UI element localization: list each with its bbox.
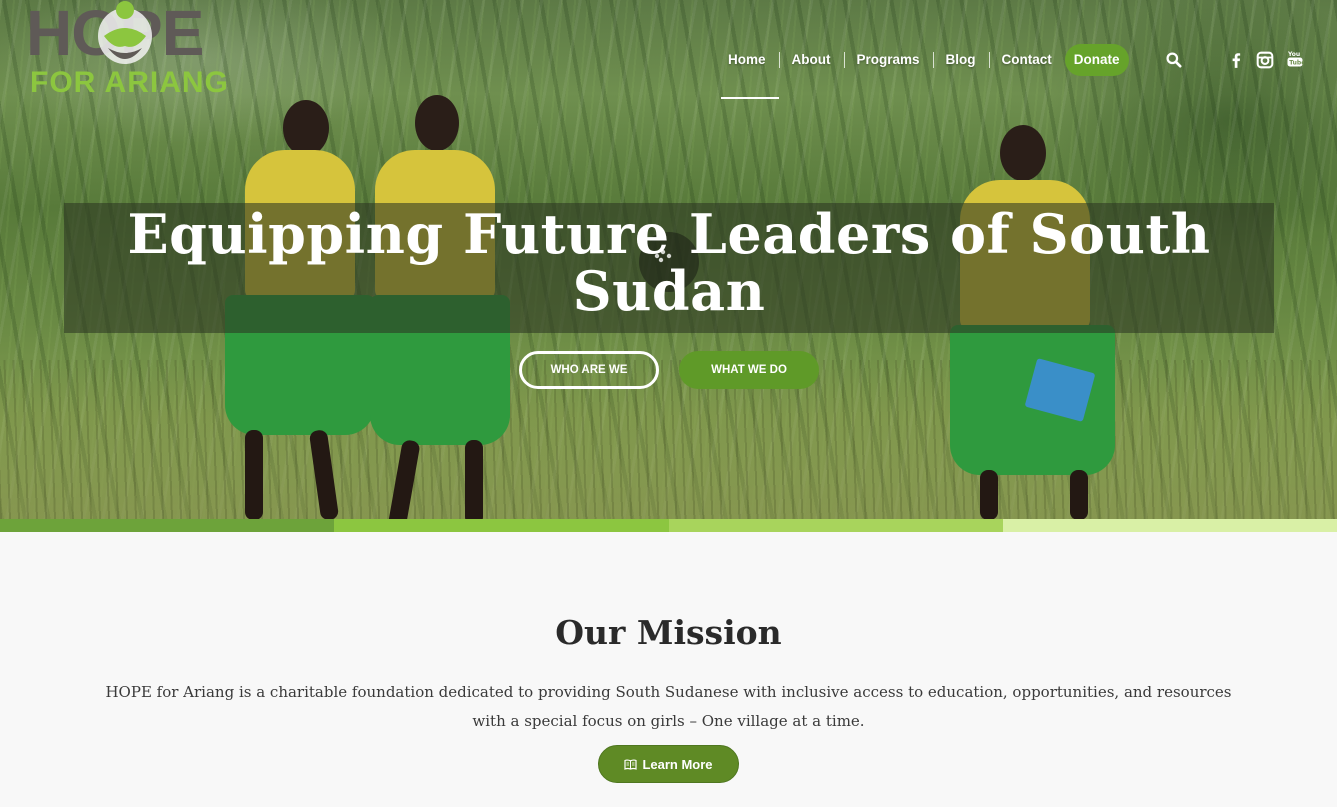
search-icon[interactable] xyxy=(1165,51,1183,69)
color-stripe xyxy=(0,519,1337,532)
nav-blog[interactable]: Blog xyxy=(932,51,989,69)
what-we-do-button[interactable]: WHAT WE DO xyxy=(679,351,819,389)
hero-title: Equipping Future Leaders of South Sudan xyxy=(127,202,1211,323)
mission-text: HOPE for Ariang is a charitable foundati… xyxy=(105,683,1232,730)
nav-about[interactable]: About xyxy=(778,51,844,69)
stripe-segment xyxy=(334,519,669,532)
stripe-segment xyxy=(1002,519,1337,532)
mission-title: Our Mission xyxy=(555,613,782,652)
who-are-we-button[interactable]: WHO ARE WE xyxy=(519,351,659,389)
nav-home[interactable]: Home xyxy=(715,51,779,99)
instagram-icon[interactable] xyxy=(1256,51,1274,69)
learn-more-button[interactable]: Learn More xyxy=(598,745,739,783)
donate-button[interactable]: Donate xyxy=(1064,44,1129,76)
site-logo[interactable]: HOPE FOR ARIANG xyxy=(26,0,268,99)
learn-more-label: Learn More xyxy=(642,756,713,772)
logo-text-ariang: FOR ARIANG xyxy=(30,66,229,99)
main-nav: Home About Programs Blog Contact Donate xyxy=(715,44,1129,99)
book-icon xyxy=(624,758,638,770)
youtube-icon[interactable]: You Tube xyxy=(1286,50,1304,68)
logo-figure-icon xyxy=(98,1,152,64)
stripe-segment xyxy=(668,519,1003,532)
nav-contact[interactable]: Contact xyxy=(988,51,1065,69)
svg-text:You: You xyxy=(1287,51,1300,58)
grass xyxy=(0,360,1337,520)
facebook-icon[interactable] xyxy=(1227,51,1245,69)
nav-programs[interactable]: Programs xyxy=(843,51,933,69)
svg-text:Tube: Tube xyxy=(1289,60,1304,67)
stripe-segment xyxy=(0,519,335,532)
